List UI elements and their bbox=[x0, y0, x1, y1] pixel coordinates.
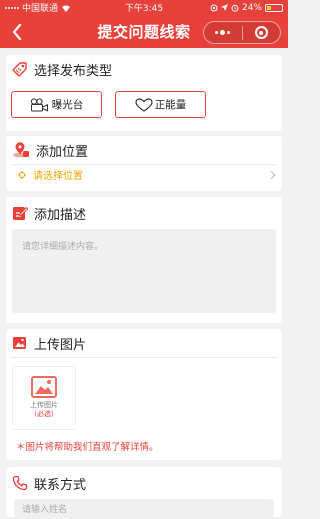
contact-section-header: 联系方式 bbox=[6, 467, 282, 499]
description-section-title: 添加描述 bbox=[34, 207, 87, 223]
images-section: 上传图片 上传图片 (必选) ＊图片将帮助我们直观了解详情。 bbox=[6, 329, 282, 460]
name-placeholder: 请输入姓名 bbox=[22, 505, 68, 515]
name-input[interactable]: 请输入姓名 bbox=[14, 499, 274, 519]
type-section-header: 选择发布类型 bbox=[6, 55, 282, 83]
heart-icon bbox=[135, 97, 153, 112]
type-option-exposure[interactable]: 曝光台 bbox=[11, 91, 102, 118]
location-placeholder: 请选择位置 bbox=[33, 171, 83, 182]
description-section-header: 添加描述 bbox=[6, 197, 282, 229]
capsule-close-icon bbox=[254, 26, 268, 39]
upload-label: 上传图片 bbox=[30, 401, 58, 409]
tag-icon bbox=[12, 62, 27, 77]
description-placeholder: 请您详细描述内容。 bbox=[22, 242, 104, 252]
close-button[interactable] bbox=[243, 22, 281, 43]
type-section: 选择发布类型 曝光台 正能量 bbox=[6, 55, 282, 131]
status-time: 下午3:45 bbox=[124, 4, 164, 14]
more-button[interactable] bbox=[204, 22, 242, 43]
back-chevron-icon[interactable] bbox=[8, 23, 26, 41]
mini-program-capsule bbox=[203, 21, 281, 44]
battery-icon bbox=[265, 3, 283, 12]
more-dots-icon bbox=[215, 30, 231, 35]
contact-section: 联系方式 请输入姓名 bbox=[6, 467, 282, 519]
page-title: 提交问题线索 bbox=[97, 23, 191, 41]
phone-icon bbox=[12, 475, 28, 491]
location-section: 添加位置 请选择位置 bbox=[6, 136, 282, 191]
picture-icon bbox=[31, 376, 57, 398]
description-section: 添加描述 请您详细描述内容。 bbox=[6, 197, 282, 323]
image-icon bbox=[13, 337, 26, 349]
map-pin-icon bbox=[13, 142, 29, 158]
type-option-positive[interactable]: 正能量 bbox=[115, 91, 206, 118]
images-section-header: 上传图片 bbox=[6, 329, 282, 357]
type-option-positive-label: 正能量 bbox=[154, 99, 187, 111]
location-section-title: 添加位置 bbox=[36, 144, 89, 160]
status-bar: 中国联通 下午3:45 24% bbox=[0, 0, 288, 15]
edit-icon bbox=[13, 206, 28, 220]
images-section-title: 上传图片 bbox=[34, 337, 87, 353]
image-hint: ＊图片将帮助我们直观了解详情。 bbox=[16, 442, 159, 453]
contact-section-title: 联系方式 bbox=[34, 477, 87, 493]
upload-image-button[interactable]: 上传图片 (必选) bbox=[12, 366, 76, 430]
location-dot-icon bbox=[18, 170, 26, 179]
upload-required-label: (必选) bbox=[34, 410, 54, 418]
location-section-header: 添加位置 bbox=[6, 136, 282, 164]
type-option-exposure-label: 曝光台 bbox=[51, 99, 84, 111]
location-picker[interactable]: 请选择位置 bbox=[10, 164, 278, 184]
description-input[interactable]: 请您详细描述内容。 bbox=[12, 229, 276, 313]
nav-bar: 提交问题线索 bbox=[0, 15, 288, 48]
camera-icon bbox=[30, 97, 48, 111]
chevron-right-icon bbox=[270, 170, 276, 180]
type-section-title: 选择发布类型 bbox=[34, 63, 113, 79]
